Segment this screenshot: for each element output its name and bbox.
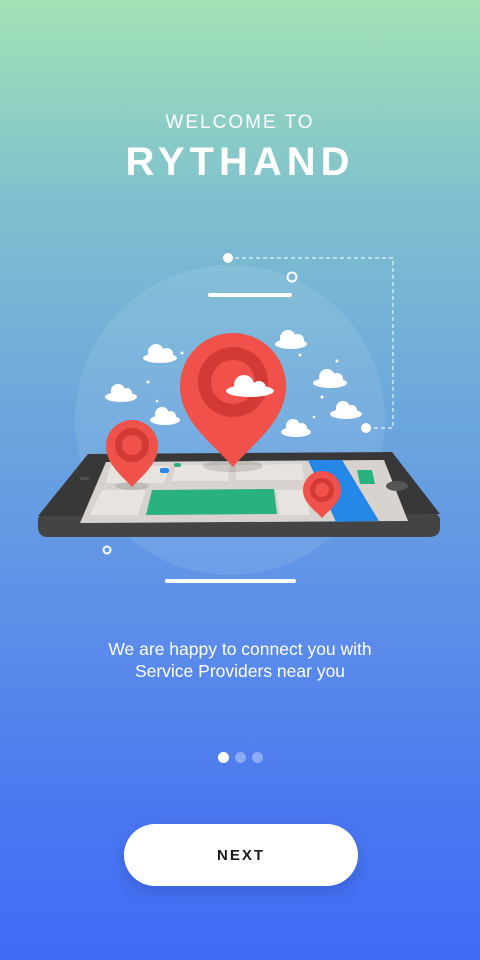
- tagline-line-1: We are happy to connect you with: [108, 639, 372, 659]
- map-phone-illustration: [38, 253, 440, 583]
- page-dot-3[interactable]: [251, 752, 263, 763]
- page-dot-1-active[interactable]: [217, 752, 229, 763]
- tagline: We are happy to connect you with Service…: [40, 638, 440, 682]
- page-indicator: [0, 752, 480, 764]
- app-name: RYTHAND: [125, 140, 355, 184]
- welcome-text: WELCOME TO: [165, 112, 315, 133]
- next-button[interactable]: NEXT: [124, 824, 358, 886]
- tagline-line-2: Service Providers near you: [134, 661, 346, 681]
- page-dot-2[interactable]: [234, 752, 246, 763]
